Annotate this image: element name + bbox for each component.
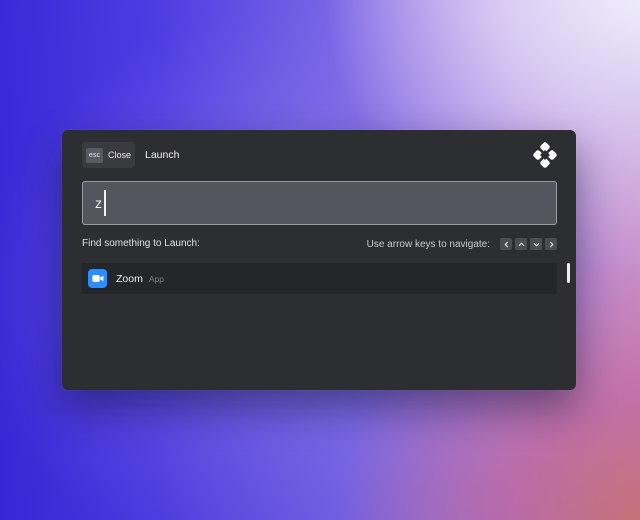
app-logo-icon: [532, 142, 558, 168]
zoom-camera-icon: [88, 269, 107, 288]
chevron-left-icon[interactable]: [500, 238, 512, 250]
navigation-hint: Use arrow keys to navigate:: [367, 236, 557, 252]
scrollbar[interactable]: [567, 263, 570, 283]
chevron-up-icon[interactable]: [515, 238, 527, 250]
launcher-header: esc Close Launch: [82, 142, 558, 168]
esc-key-badge: esc: [86, 147, 103, 163]
results-label: Find something to Launch:: [82, 238, 200, 249]
launcher-window: esc Close Launch z Find something to Lau…: [62, 130, 576, 390]
result-type: App: [148, 274, 164, 284]
page-title: Launch: [145, 149, 180, 161]
navigation-hint-label: Use arrow keys to navigate:: [366, 238, 490, 250]
search-input-value: z: [95, 195, 102, 211]
chevron-down-icon[interactable]: [530, 238, 542, 250]
chevron-right-icon[interactable]: [545, 238, 557, 250]
list-item[interactable]: Zoom App: [82, 263, 557, 294]
close-label: Close: [108, 150, 132, 160]
text-caret: [104, 190, 106, 216]
search-input[interactable]: z: [82, 181, 557, 225]
results-subheader: Find something to Launch: Use arrow keys…: [82, 236, 557, 252]
result-name: Zoom: [116, 272, 143, 285]
close-button[interactable]: esc Close: [82, 142, 135, 168]
